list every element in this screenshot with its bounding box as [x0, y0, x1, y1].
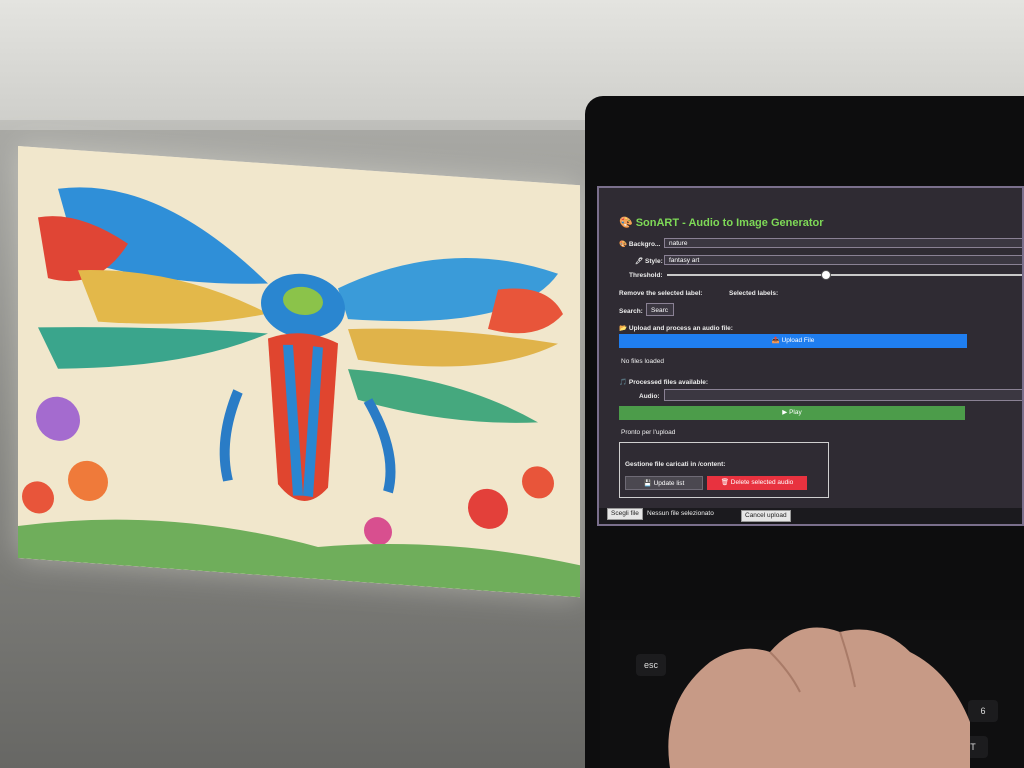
- palette-icon: 🎨: [619, 217, 633, 229]
- selected-labels: Selected labels:: [729, 290, 779, 297]
- audio-label: Audio:: [639, 393, 660, 400]
- insect-painting: [18, 146, 580, 598]
- audio-dropdown[interactable]: [664, 389, 1022, 401]
- projected-artwork: [18, 146, 580, 598]
- manage-title: Gestione file caricati in /content:: [625, 461, 726, 468]
- threshold-slider-knob[interactable]: [821, 270, 831, 280]
- background-dropdown[interactable]: nature: [664, 238, 1022, 248]
- background-label: 🎨 Backgro...: [619, 241, 661, 248]
- hand: [668, 627, 970, 768]
- threshold-slider[interactable]: [667, 274, 1022, 276]
- search-label: Search:: [619, 308, 643, 315]
- update-list-button[interactable]: 💾 Update list: [625, 476, 703, 490]
- remove-label: Remove the selected label:: [619, 290, 703, 297]
- cancel-upload-button[interactable]: Cancel upload: [741, 510, 791, 522]
- upload-section-label: 📂 Upload and process an audio file:: [619, 325, 733, 332]
- app-title: 🎨 SonART - Audio to Image Generator: [619, 216, 824, 229]
- status-text: Pronto per l'upload: [621, 429, 676, 436]
- no-files-text: No files loaded: [621, 358, 664, 365]
- style-dropdown[interactable]: fantasy art: [664, 255, 1022, 265]
- style-label: 🖊 Style:: [635, 258, 663, 265]
- threshold-label: Threshold:: [629, 272, 663, 279]
- search-input[interactable]: Searc: [646, 303, 674, 316]
- play-button[interactable]: ▶ Play: [619, 406, 965, 420]
- sonart-app: 🎨 SonART - Audio to Image Generator 🎨 Bac…: [599, 188, 1022, 524]
- laptop-screen: 🎨 SonART - Audio to Image Generator 🎨 Bac…: [597, 186, 1024, 526]
- delete-audio-button[interactable]: 🗑 Delete selected audio: [707, 476, 807, 490]
- processed-label: 🎵 Processed files available:: [619, 379, 709, 386]
- choose-file-button[interactable]: Scegli file: [607, 508, 643, 520]
- room-background: 🎨 SonART - Audio to Image Generator 🎨 Bac…: [0, 0, 1024, 768]
- upload-file-button[interactable]: 📤 Upload File: [619, 334, 967, 348]
- no-file-selected-text: Nessun file selezionato: [647, 510, 714, 517]
- app-title-text: SonART - Audio to Image Generator: [635, 217, 824, 229]
